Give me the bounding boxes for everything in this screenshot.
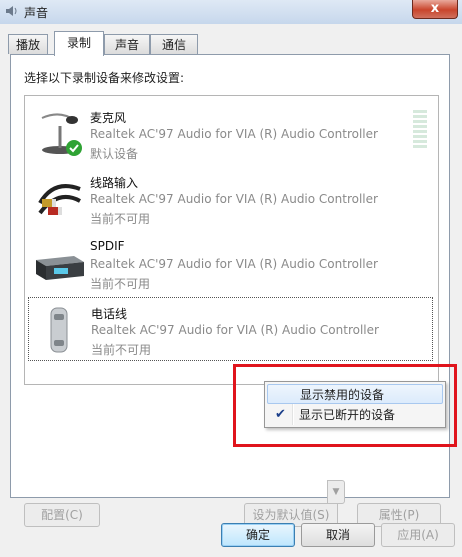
panel-caption: 选择以下录制设备来修改设置: xyxy=(24,71,185,85)
cancel-button[interactable]: 取消 xyxy=(301,523,375,547)
checkmark-icon: ✔ xyxy=(275,407,286,422)
device-name: SPDIF xyxy=(90,239,125,253)
list-item-spdif[interactable]: SPDIF Realtek AC'97 Audio for VIA (R) Au… xyxy=(28,232,433,296)
speaker-icon xyxy=(6,6,17,16)
tab-communications[interactable]: 通信 xyxy=(150,34,198,54)
close-button[interactable]: x xyxy=(412,0,458,19)
menu-item-show-disconnected[interactable]: ✔ 显示已断开的设备 xyxy=(267,405,443,425)
configure-button[interactable]: 配置(C) xyxy=(24,503,100,527)
device-name: 线路输入 xyxy=(90,176,139,190)
device-status: 当前不可用 xyxy=(90,212,151,226)
set-default-dropdown-arrow[interactable]: ▼ xyxy=(327,480,345,504)
apply-button[interactable]: 应用(A) xyxy=(381,523,455,547)
device-status: 当前不可用 xyxy=(90,277,151,291)
dialog-body: 播放 录制 声音 通信 选择以下录制设备来修改设置: 麦克风 Realtek A… xyxy=(0,24,462,557)
telephone-handset-icon xyxy=(50,307,68,353)
device-name: 麦克风 xyxy=(90,111,127,125)
menu-item-label: 显示禁用的设备 xyxy=(300,388,385,402)
title-bar: 声音 x xyxy=(0,0,462,24)
device-status: 默认设备 xyxy=(90,147,139,161)
menu-item-show-disabled[interactable]: 显示禁用的设备 xyxy=(267,384,443,404)
tab-recording[interactable]: 录制 xyxy=(54,31,104,56)
context-menu: 显示禁用的设备 ✔ 显示已断开的设备 xyxy=(264,381,446,428)
list-item-microphone[interactable]: 麦克风 Realtek AC'97 Audio for VIA (R) Audi… xyxy=(28,102,433,166)
microphone-icon xyxy=(41,113,82,156)
device-description: Realtek AC'97 Audio for VIA (R) Audio Co… xyxy=(90,192,378,206)
recording-panel: 选择以下录制设备来修改设置: 麦克风 Realtek AC'97 Audio f… xyxy=(10,54,450,527)
tab-sounds[interactable]: 声音 xyxy=(104,34,150,54)
window-title: 声音 xyxy=(24,6,49,20)
device-name: 电话线 xyxy=(91,307,128,321)
device-list[interactable]: 麦克风 Realtek AC'97 Audio for VIA (R) Audi… xyxy=(24,95,439,385)
device-description: Realtek AC'97 Audio for VIA (R) Audio Co… xyxy=(90,257,378,271)
list-item-telephone[interactable]: 电话线 Realtek AC'97 Audio for VIA (R) Audi… xyxy=(28,297,433,361)
line-in-cable-icon xyxy=(38,184,81,215)
list-item-line-in[interactable]: 线路输入 Realtek AC'97 Audio for VIA (R) Aud… xyxy=(28,167,433,231)
device-description: Realtek AC'97 Audio for VIA (R) Audio Co… xyxy=(90,127,378,141)
ok-button[interactable]: 确定 xyxy=(221,523,295,547)
menu-item-label: 显示已断开的设备 xyxy=(299,408,396,422)
device-status: 当前不可用 xyxy=(91,343,152,357)
tab-playback[interactable]: 播放 xyxy=(8,34,48,54)
device-description: Realtek AC'97 Audio for VIA (R) Audio Co… xyxy=(91,323,379,337)
spdif-device-icon xyxy=(36,256,84,280)
level-meter xyxy=(413,110,427,150)
